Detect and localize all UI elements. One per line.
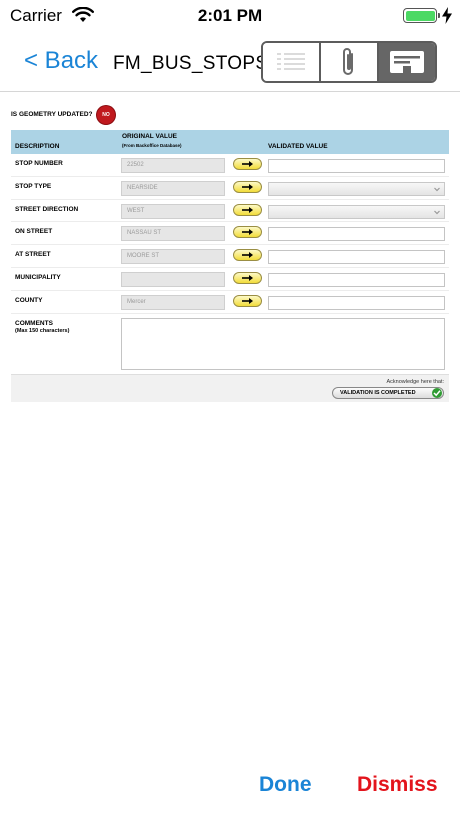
- back-button[interactable]: < Back: [24, 47, 98, 75]
- original-value-field: [121, 271, 225, 287]
- validated-value-select[interactable]: [268, 181, 445, 196]
- comments-row: COMMENTS (Max 150 characters): [11, 314, 449, 372]
- copy-value-button[interactable]: [233, 180, 262, 193]
- validation-form: IS GEOMETRY UPDATED? NO DESCRIPTION ORIG…: [11, 100, 449, 402]
- status-bar: Carrier 2:01 PM: [0, 0, 460, 32]
- validated-value-input[interactable]: [268, 250, 445, 265]
- geometry-row: IS GEOMETRY UPDATED? NO: [11, 100, 449, 130]
- validated-value-select[interactable]: [268, 204, 445, 219]
- geometry-no-badge[interactable]: NO: [97, 106, 115, 124]
- list-icon: [277, 53, 305, 70]
- checkmark-icon: [432, 387, 442, 398]
- header-validated-value: VALIDATED VALUE: [268, 143, 328, 150]
- validated-value-input[interactable]: [268, 227, 445, 242]
- acknowledge-row: Acknowledge here that: VALIDATION IS COM…: [11, 373, 449, 402]
- arrow-right-icon: [241, 274, 253, 281]
- header-description: DESCRIPTION: [15, 143, 60, 150]
- charging-bolt-icon: [442, 7, 452, 24]
- arrow-right-icon: [241, 183, 253, 190]
- table-header: DESCRIPTION ORIGINAL VALUE (From Backoff…: [11, 130, 449, 154]
- original-value-field: 22502: [121, 158, 225, 173]
- segment-attachments[interactable]: [321, 43, 379, 81]
- page-title: FM_BUS_STOPS: [113, 53, 269, 74]
- segment-form[interactable]: [379, 43, 435, 81]
- arrow-right-icon: [241, 297, 253, 304]
- copy-value-button[interactable]: [233, 294, 262, 307]
- field-label: MUNICIPALITY: [15, 273, 61, 281]
- geometry-label: IS GEOMETRY UPDATED?: [11, 111, 93, 118]
- arrow-right-icon: [241, 206, 253, 213]
- paperclip-icon: [343, 48, 353, 75]
- field-label: STREET DIRECTION: [15, 205, 79, 213]
- copy-value-button[interactable]: [233, 271, 262, 284]
- chevron-down-icon: [434, 210, 440, 214]
- table-row: COUNTY Mercer: [11, 291, 449, 314]
- view-segmented-control: [261, 41, 437, 83]
- copy-value-button[interactable]: [233, 249, 262, 262]
- original-value-field: NEARSIDE: [121, 180, 225, 196]
- table-row: STOP TYPE NEARSIDE: [11, 177, 449, 200]
- comments-label: COMMENTS: [15, 319, 53, 327]
- acknowledge-label: Acknowledge here that:: [386, 378, 444, 385]
- table-row: STREET DIRECTION WEST: [11, 200, 449, 223]
- field-label: STOP NUMBER: [15, 160, 63, 167]
- table-row: ON STREET NASSAU ST: [11, 222, 449, 246]
- comments-sub-label: (Max 150 characters): [15, 327, 70, 334]
- chevron-down-icon: [434, 187, 440, 192]
- clock: 2:01 PM: [197, 6, 263, 25]
- validated-value-input[interactable]: [268, 272, 445, 287]
- field-label: STOP TYPE: [15, 182, 52, 190]
- header-original-value: ORIGINAL VALUE: [122, 133, 178, 140]
- validation-completed-button[interactable]: VALIDATION IS COMPLETED: [332, 386, 444, 399]
- table-row: AT STREET MOORE ST: [11, 245, 449, 268]
- field-label: AT STREET: [15, 251, 51, 259]
- original-value-field: WEST: [121, 203, 225, 219]
- comments-textarea[interactable]: [121, 317, 445, 370]
- table-row: STOP NUMBER 22502: [11, 154, 449, 177]
- arrow-right-icon: [241, 161, 253, 167]
- copy-value-button[interactable]: [233, 226, 262, 239]
- done-button[interactable]: Done: [259, 773, 312, 797]
- original-value-field: MOORE ST: [121, 249, 225, 265]
- table-row: MUNICIPALITY: [11, 268, 449, 291]
- battery-icon: [403, 8, 440, 23]
- validated-value-input[interactable]: [268, 159, 445, 173]
- dismiss-button[interactable]: Dismiss: [357, 773, 438, 797]
- arrow-right-icon: [241, 229, 253, 236]
- copy-value-button[interactable]: [233, 158, 262, 170]
- navigation-bar: < Back FM_BUS_STOPS: [0, 36, 460, 92]
- field-label: ON STREET: [15, 228, 53, 236]
- header-original-value-sub: (From Backoffice Database): [122, 143, 182, 148]
- field-rows: STOP NUMBER 22502 STOP TYPE NEARSIDE STREET …: [11, 154, 449, 314]
- segment-list[interactable]: [263, 43, 321, 81]
- original-value-field: Mercer: [121, 294, 225, 310]
- original-value-field: NASSAU ST: [121, 226, 225, 242]
- form-icon: [390, 51, 424, 73]
- validation-completed-label: VALIDATION IS COMPLETED: [340, 389, 416, 396]
- field-label: COUNTY: [15, 296, 43, 304]
- validated-value-input[interactable]: [268, 295, 445, 310]
- copy-value-button[interactable]: [233, 203, 262, 216]
- arrow-right-icon: [241, 252, 253, 259]
